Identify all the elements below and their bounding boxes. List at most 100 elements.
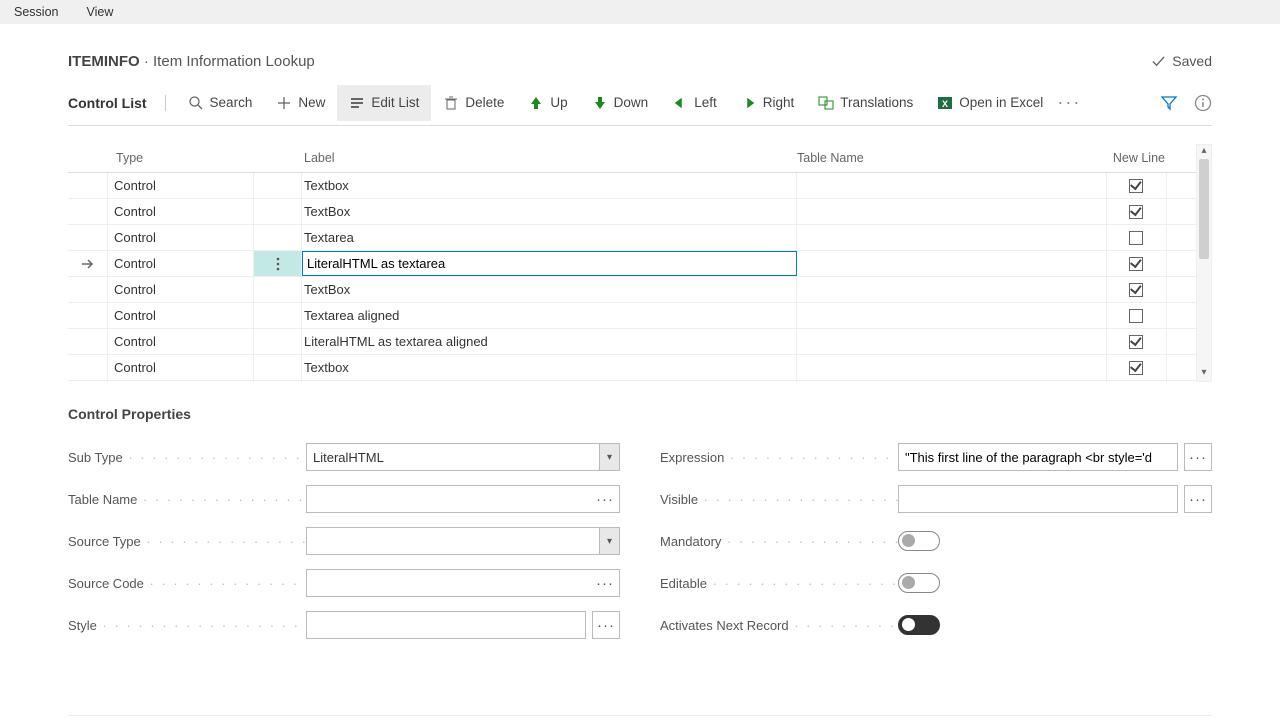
cell-label[interactable]: TextBox (302, 199, 797, 224)
col-header-label[interactable]: Label (302, 151, 797, 165)
cell-newline[interactable] (1107, 329, 1167, 354)
checkbox-icon[interactable] (1129, 179, 1143, 193)
up-button[interactable]: Up (516, 85, 579, 121)
row-menu-button[interactable] (254, 225, 302, 250)
table-row[interactable]: Control LiteralHTML as textarea aligned (68, 329, 1196, 355)
cell-label[interactable]: TextBox (302, 277, 797, 302)
mandatory-toggle[interactable] (898, 531, 940, 551)
checkbox-icon[interactable] (1129, 335, 1143, 349)
table-row[interactable]: Control Textbox (68, 355, 1196, 381)
row-indicator (68, 303, 108, 328)
cell-label[interactable]: Textarea aligned (302, 303, 797, 328)
sourcecode-field[interactable]: ··· (306, 569, 620, 597)
checkbox-icon[interactable] (1129, 361, 1143, 375)
cell-table[interactable] (797, 303, 1107, 328)
cell-label[interactable]: Textbox (302, 173, 797, 198)
page-title: Item Information Lookup (153, 53, 315, 70)
checkbox-icon[interactable] (1129, 283, 1143, 297)
cell-table[interactable] (797, 277, 1107, 302)
row-menu-button[interactable] (254, 173, 302, 198)
cell-table[interactable] (797, 199, 1107, 224)
row-menu-button[interactable] (254, 329, 302, 354)
right-button[interactable]: Right (729, 85, 807, 121)
grid-scrollbar[interactable]: ▴ ▾ (1196, 144, 1212, 382)
row-menu-button[interactable] (254, 199, 302, 224)
search-button[interactable]: Search (176, 85, 265, 121)
cell-type[interactable]: Control (108, 251, 254, 276)
cell-newline[interactable] (1107, 251, 1167, 276)
ellipsis-icon[interactable]: ··· (591, 569, 619, 597)
cell-table[interactable] (797, 251, 1107, 276)
scroll-down-icon[interactable]: ▾ (1201, 367, 1206, 381)
cell-table[interactable] (797, 329, 1107, 354)
scroll-up-icon[interactable]: ▴ (1201, 145, 1206, 159)
subtype-select[interactable]: LiteralHTML ▾ (306, 443, 620, 471)
cell-label[interactable]: LiteralHTML as textarea aligned (302, 329, 797, 354)
cell-newline[interactable] (1107, 225, 1167, 250)
left-button[interactable]: Left (660, 85, 729, 121)
edit-list-button[interactable]: Edit List (337, 85, 431, 121)
table-row[interactable]: Control Textbox (68, 173, 1196, 199)
cell-newline[interactable] (1107, 303, 1167, 328)
down-button[interactable]: Down (580, 85, 661, 121)
editable-toggle[interactable] (898, 573, 940, 593)
table-row[interactable]: Control Textarea (68, 225, 1196, 251)
filter-icon[interactable] (1160, 94, 1178, 112)
ellipsis-icon: ··· (1061, 95, 1077, 111)
cell-label[interactable]: Textbox (302, 355, 797, 380)
cell-newline[interactable] (1107, 173, 1167, 198)
cell-table[interactable] (797, 355, 1107, 380)
menu-view[interactable]: View (86, 5, 113, 19)
cell-table[interactable] (797, 173, 1107, 198)
ellipsis-icon[interactable]: ··· (591, 485, 619, 513)
cell-newline[interactable] (1107, 277, 1167, 302)
chevron-down-icon[interactable]: ▾ (599, 444, 619, 470)
row-menu-button[interactable] (254, 303, 302, 328)
open-excel-button[interactable]: X Open in Excel (925, 85, 1055, 121)
activates-toggle[interactable] (898, 615, 940, 635)
checkbox-icon[interactable] (1129, 309, 1143, 323)
translations-button[interactable]: Translations (806, 85, 925, 121)
cell-newline[interactable] (1107, 355, 1167, 380)
row-menu-button[interactable] (254, 251, 302, 276)
col-header-newline[interactable]: New Line (1107, 151, 1167, 165)
style-field[interactable] (306, 611, 586, 639)
col-header-type[interactable]: Type (108, 151, 254, 165)
cell-type[interactable]: Control (108, 173, 254, 198)
cell-newline[interactable] (1107, 199, 1167, 224)
table-row[interactable]: Control (68, 251, 1196, 277)
tablename-field[interactable]: ··· (306, 485, 620, 513)
row-menu-button[interactable] (254, 355, 302, 380)
table-row[interactable]: Control TextBox (68, 277, 1196, 303)
cell-type[interactable]: Control (108, 355, 254, 380)
menu-session[interactable]: Session (14, 5, 58, 19)
cell-type[interactable]: Control (108, 199, 254, 224)
chevron-down-icon[interactable]: ▾ (599, 528, 619, 554)
new-button[interactable]: New (264, 85, 337, 121)
expression-lookup-button[interactable]: ··· (1184, 443, 1212, 471)
cell-label[interactable]: Textarea (302, 225, 797, 250)
visible-field[interactable] (898, 485, 1178, 513)
cell-type[interactable]: Control (108, 277, 254, 302)
expression-field[interactable] (898, 443, 1178, 471)
cell-table[interactable] (797, 225, 1107, 250)
cell-label[interactable] (302, 251, 797, 276)
label-input[interactable] (305, 252, 796, 275)
cell-type[interactable]: Control (108, 329, 254, 354)
cell-type[interactable]: Control (108, 303, 254, 328)
delete-button[interactable]: Delete (431, 85, 516, 121)
checkbox-icon[interactable] (1129, 231, 1143, 245)
info-icon[interactable] (1194, 94, 1212, 112)
row-menu-button[interactable] (254, 277, 302, 302)
sourcetype-select[interactable]: ▾ (306, 527, 620, 555)
checkbox-icon[interactable] (1129, 205, 1143, 219)
visible-lookup-button[interactable]: ··· (1184, 485, 1212, 513)
more-actions-button[interactable]: ··· (1055, 85, 1083, 121)
checkbox-icon[interactable] (1129, 257, 1143, 271)
col-header-table[interactable]: Table Name (797, 151, 1107, 165)
table-row[interactable]: Control TextBox (68, 199, 1196, 225)
trash-icon (443, 95, 459, 111)
table-row[interactable]: Control Textarea aligned (68, 303, 1196, 329)
style-lookup-button[interactable]: ··· (592, 611, 620, 639)
cell-type[interactable]: Control (108, 225, 254, 250)
